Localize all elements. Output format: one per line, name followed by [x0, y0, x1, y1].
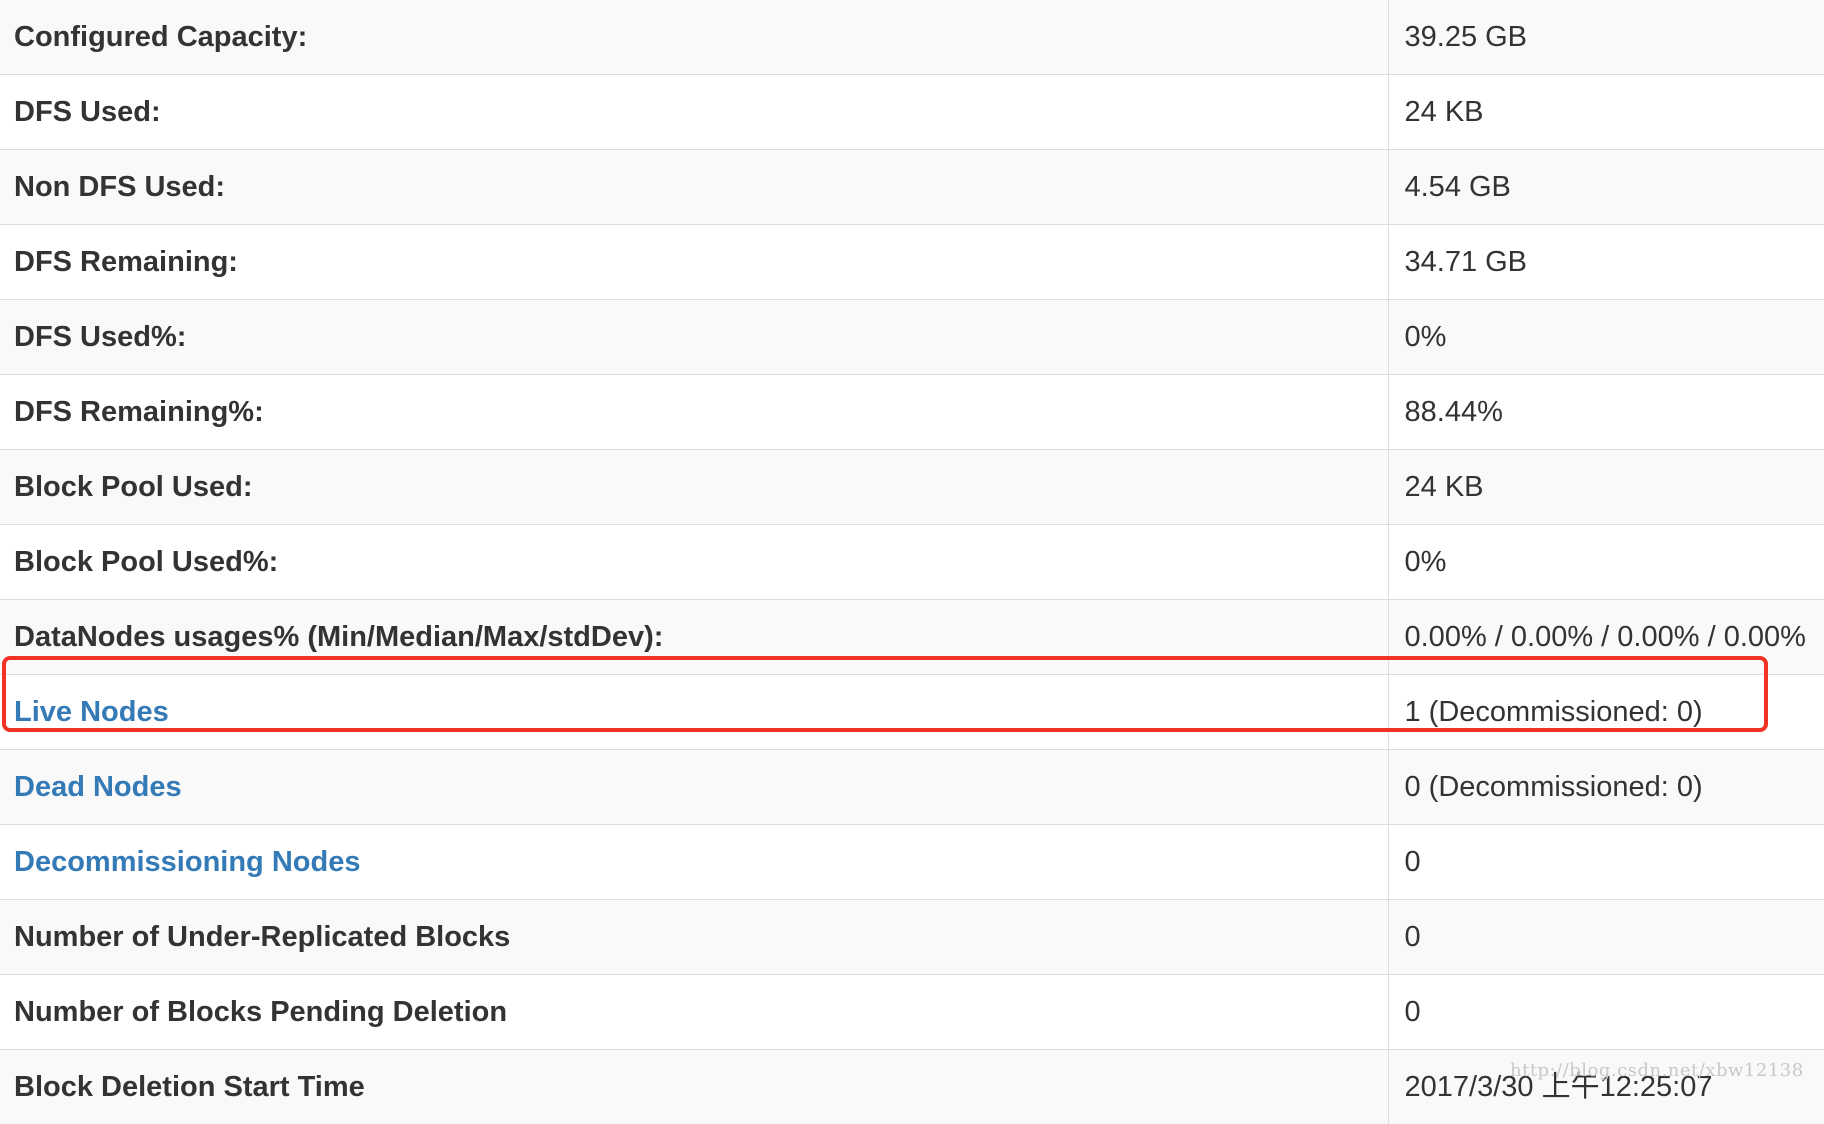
- row-label-dead-nodes-cell: Dead Nodes: [0, 750, 1388, 825]
- table-row: Number of Under-Replicated Blocks 0: [0, 900, 1824, 975]
- row-value-dfs-remaining-percent: 88.44%: [1388, 375, 1824, 450]
- row-label-non-dfs-used: Non DFS Used:: [0, 150, 1388, 225]
- row-value-configured-capacity: 39.25 GB: [1388, 0, 1824, 75]
- live-nodes-link[interactable]: Live Nodes: [14, 696, 169, 728]
- table-row: Configured Capacity: 39.25 GB: [0, 0, 1824, 75]
- table-row: DFS Used: 24 KB: [0, 75, 1824, 150]
- row-label-decommissioning-nodes-cell: Decommissioning Nodes: [0, 825, 1388, 900]
- table-row: Decommissioning Nodes 0: [0, 825, 1824, 900]
- row-label-dfs-remaining: DFS Remaining:: [0, 225, 1388, 300]
- row-value-datanodes-usages: 0.00% / 0.00% / 0.00% / 0.00%: [1388, 600, 1824, 675]
- dead-nodes-link[interactable]: Dead Nodes: [14, 771, 182, 803]
- table-row: Number of Blocks Pending Deletion 0: [0, 975, 1824, 1050]
- row-label-live-nodes-cell: Live Nodes: [0, 675, 1388, 750]
- row-label-block-pool-used-percent: Block Pool Used%:: [0, 525, 1388, 600]
- row-value-block-pool-used: 24 KB: [1388, 450, 1824, 525]
- row-label-blocks-pending-deletion: Number of Blocks Pending Deletion: [0, 975, 1388, 1050]
- hdfs-summary-table: Configured Capacity: 39.25 GB DFS Used: …: [0, 0, 1824, 1124]
- table-row: DFS Remaining: 34.71 GB: [0, 225, 1824, 300]
- row-value-dfs-used-percent: 0%: [1388, 300, 1824, 375]
- row-label-configured-capacity: Configured Capacity:: [0, 0, 1388, 75]
- row-value-dfs-remaining: 34.71 GB: [1388, 225, 1824, 300]
- row-label-block-pool-used: Block Pool Used:: [0, 450, 1388, 525]
- row-value-decommissioning-nodes: 0: [1388, 825, 1824, 900]
- table-row: Block Pool Used%: 0%: [0, 525, 1824, 600]
- row-value-non-dfs-used: 4.54 GB: [1388, 150, 1824, 225]
- row-value-dead-nodes: 0 (Decommissioned: 0): [1388, 750, 1824, 825]
- row-label-dfs-used: DFS Used:: [0, 75, 1388, 150]
- row-label-under-replicated-blocks: Number of Under-Replicated Blocks: [0, 900, 1388, 975]
- row-value-block-pool-used-percent: 0%: [1388, 525, 1824, 600]
- row-value-dfs-used: 24 KB: [1388, 75, 1824, 150]
- row-label-dfs-used-percent: DFS Used%:: [0, 300, 1388, 375]
- table-row: Block Pool Used: 24 KB: [0, 450, 1824, 525]
- row-value-live-nodes: 1 (Decommissioned: 0): [1388, 675, 1824, 750]
- table-row: Non DFS Used: 4.54 GB: [0, 150, 1824, 225]
- table-row: Live Nodes 1 (Decommissioned: 0): [0, 675, 1824, 750]
- watermark-text: http://blog.csdn.net/xbw12138: [1510, 1060, 1804, 1081]
- row-value-under-replicated-blocks: 0: [1388, 900, 1824, 975]
- row-label-datanodes-usages: DataNodes usages% (Min/Median/Max/stdDev…: [0, 600, 1388, 675]
- table-row: DFS Used%: 0%: [0, 300, 1824, 375]
- row-label-dfs-remaining-percent: DFS Remaining%:: [0, 375, 1388, 450]
- table-row: DFS Remaining%: 88.44%: [0, 375, 1824, 450]
- table-row: Dead Nodes 0 (Decommissioned: 0): [0, 750, 1824, 825]
- row-value-blocks-pending-deletion: 0: [1388, 975, 1824, 1050]
- row-label-block-deletion-start-time: Block Deletion Start Time: [0, 1050, 1388, 1124]
- decommissioning-nodes-link[interactable]: Decommissioning Nodes: [14, 846, 360, 878]
- table-row: DataNodes usages% (Min/Median/Max/stdDev…: [0, 600, 1824, 675]
